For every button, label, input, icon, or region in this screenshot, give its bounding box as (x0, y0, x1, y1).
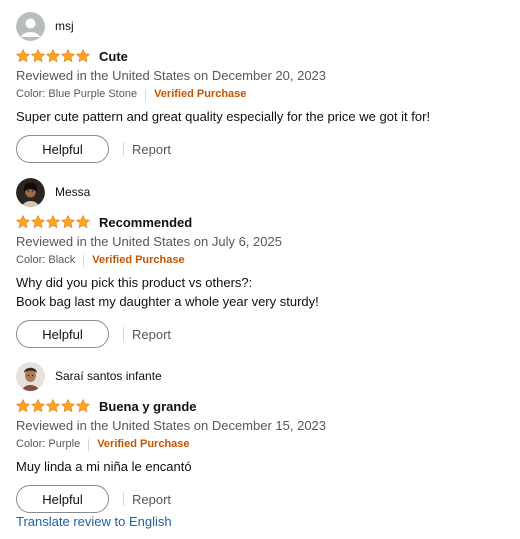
meta-divider (145, 88, 147, 101)
star-icon (76, 215, 90, 229)
star-icon (31, 399, 45, 413)
star-icon (61, 49, 75, 63)
reviewer-profile[interactable]: Saraí santos infante (16, 361, 512, 391)
review-date: Reviewed in the United States on Decembe… (16, 418, 327, 433)
star-icon (61, 215, 75, 229)
verified-purchase-badge: Verified Purchase (154, 88, 247, 100)
review-card: Saraí santos infante Buena y grande Revi… (16, 361, 512, 513)
helpful-button[interactable]: Helpful (16, 135, 109, 163)
review-body: Why did you pick this product vs others?… (16, 273, 512, 311)
reviewer-name: Messa (55, 185, 91, 199)
star-icon (16, 215, 30, 229)
translate-review-link[interactable]: Translate review to English (16, 514, 172, 529)
verified-purchase-badge: Verified Purchase (92, 254, 185, 266)
star-icon (76, 49, 90, 63)
star-icon (46, 215, 60, 229)
default-avatar-icon (16, 11, 45, 41)
star-rating[interactable] (16, 399, 90, 413)
action-divider (123, 142, 124, 156)
meta-divider (83, 254, 85, 267)
star-icon (76, 399, 90, 413)
review-card: Messa Recommended Reviewed in the United… (16, 177, 512, 348)
report-link[interactable]: Report (132, 492, 171, 507)
review-body: Super cute pattern and great quality esp… (16, 107, 512, 126)
review-body-line: Book bag last my daughter a whole year v… (16, 294, 319, 309)
action-divider (123, 327, 124, 341)
reviewer-name: msj (55, 19, 74, 33)
review-body-line: Super cute pattern and great quality esp… (16, 109, 431, 124)
meta-divider (88, 438, 90, 451)
reviewer-profile[interactable]: Messa (16, 177, 512, 207)
action-divider (123, 492, 124, 506)
star-icon (46, 399, 60, 413)
star-icon (61, 399, 75, 413)
reviewer-photo-icon (16, 361, 45, 391)
review-body: Muy linda a mi niña le encantó (16, 457, 512, 476)
reviewer-name: Saraí santos infante (55, 369, 162, 383)
star-icon (46, 49, 60, 63)
color-variant[interactable]: Color: Black (16, 253, 75, 268)
helpful-button[interactable]: Helpful (16, 320, 109, 348)
review-date: Reviewed in the United States on July 6,… (16, 234, 282, 249)
helpful-button[interactable]: Helpful (16, 485, 109, 513)
star-rating[interactable] (16, 215, 90, 229)
verified-purchase-badge: Verified Purchase (97, 438, 190, 450)
color-variant[interactable]: Color: Purple (16, 437, 80, 452)
star-icon (31, 215, 45, 229)
review-date: Reviewed in the United States on Decembe… (16, 68, 327, 83)
reviewer-profile[interactable]: msj (16, 11, 512, 41)
review-title[interactable]: Recommended (99, 215, 192, 230)
review-title[interactable]: Buena y grande (99, 399, 197, 414)
report-link[interactable]: Report (132, 327, 171, 342)
review-card: msj Cute Reviewed in the United States o… (16, 11, 512, 163)
star-rating[interactable] (16, 49, 90, 63)
report-link[interactable]: Report (132, 142, 171, 157)
color-variant[interactable]: Color: Blue Purple Stone (16, 87, 137, 102)
review-body-line: Muy linda a mi niña le encantó (16, 459, 192, 474)
review-body-line: Why did you pick this product vs others?… (16, 275, 253, 290)
star-icon (16, 49, 30, 63)
reviewer-photo-icon (16, 177, 45, 207)
star-icon (31, 49, 45, 63)
star-icon (16, 399, 30, 413)
review-title[interactable]: Cute (99, 49, 128, 64)
